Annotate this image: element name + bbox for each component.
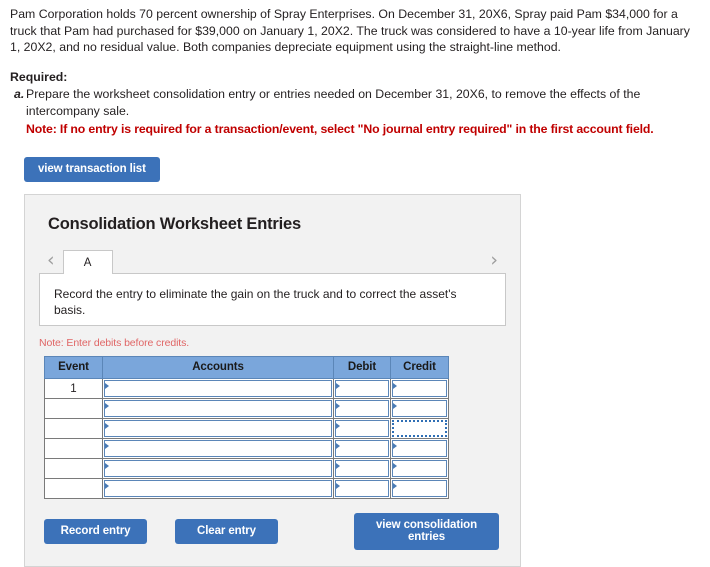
column-header-event: Event	[44, 356, 103, 379]
cell-credit	[390, 438, 449, 459]
debit-input[interactable]	[335, 380, 389, 397]
required-section: Required: a. Prepare the worksheet conso…	[0, 69, 710, 138]
problem-paragraph: Pam Corporation holds 70 percent ownersh…	[10, 7, 690, 54]
table-row: 1	[44, 378, 449, 399]
required-item-marker: a.	[14, 87, 25, 101]
cell-debit	[333, 418, 391, 439]
tab-strip: ‹ A ›	[39, 248, 506, 274]
cell-credit	[390, 398, 449, 419]
entry-instruction-text: Record the entry to eliminate the gain o…	[54, 287, 457, 317]
credit-input[interactable]	[392, 400, 447, 417]
required-item-a: a. Prepare the worksheet consolidation e…	[10, 86, 696, 138]
record-entry-button[interactable]: Record entry	[44, 518, 147, 545]
account-select[interactable]	[104, 460, 332, 477]
credit-input[interactable]	[392, 480, 447, 497]
panel-actions: Record entry Clear entry view consolidat…	[44, 513, 506, 550]
cell-debit	[333, 378, 391, 399]
table-header-row: Event Accounts Debit Credit	[44, 356, 449, 379]
cell-event	[44, 398, 103, 419]
cell-debit	[333, 458, 391, 479]
panel-title: Consolidation Worksheet Entries	[48, 215, 301, 233]
clear-entry-button[interactable]: Clear entry	[175, 518, 278, 545]
cell-account	[102, 378, 334, 399]
entry-instruction-box: Record the entry to eliminate the gain o…	[39, 273, 506, 326]
column-header-credit: Credit	[390, 356, 449, 379]
required-item-body: Prepare the worksheet consolidation entr…	[26, 86, 696, 138]
cell-debit	[333, 398, 391, 419]
debit-input[interactable]	[335, 400, 389, 417]
cell-account	[102, 458, 334, 479]
cell-credit	[390, 418, 449, 439]
problem-statement: Pam Corporation holds 70 percent ownersh…	[0, 0, 710, 56]
required-label: Required:	[10, 69, 68, 84]
cell-debit	[333, 438, 391, 459]
tab-a[interactable]: A	[62, 250, 113, 274]
chevron-right-icon[interactable]: ›	[482, 251, 506, 273]
debit-input[interactable]	[335, 460, 389, 477]
credit-input[interactable]	[392, 440, 447, 457]
table-row	[44, 478, 449, 499]
cell-account	[102, 478, 334, 499]
view-consolidation-entries-button[interactable]: view consolidation entries	[354, 513, 499, 550]
consolidation-worksheet-panel: Consolidation Worksheet Entries ‹ A › Re…	[24, 194, 521, 567]
table-row	[44, 398, 449, 419]
debit-order-note: Note: Enter debits before credits.	[39, 337, 190, 349]
account-select[interactable]	[104, 380, 332, 397]
journal-entry-table: Event Accounts Debit Credit 1	[44, 356, 449, 499]
required-item-text: Prepare the worksheet consolidation entr…	[26, 87, 641, 118]
cell-credit	[390, 478, 449, 499]
required-item-note: Note: If no entry is required for a tran…	[26, 122, 654, 136]
account-select[interactable]	[104, 400, 332, 417]
column-header-debit: Debit	[333, 356, 391, 379]
debit-input[interactable]	[335, 480, 389, 497]
account-select[interactable]	[104, 420, 332, 437]
cell-event	[44, 458, 103, 479]
cell-event	[44, 478, 103, 499]
credit-input[interactable]	[392, 460, 447, 477]
table-row	[44, 438, 449, 459]
credit-input[interactable]	[392, 380, 447, 397]
cell-credit	[390, 378, 449, 399]
cell-event	[44, 418, 103, 439]
cell-event: 1	[44, 378, 103, 399]
cell-event	[44, 438, 103, 459]
debit-input[interactable]	[335, 440, 389, 457]
chevron-left-icon[interactable]: ‹	[39, 251, 63, 273]
cell-account	[102, 438, 334, 459]
cell-credit	[390, 458, 449, 479]
view-transaction-list-button[interactable]: view transaction list	[24, 156, 160, 182]
cell-account	[102, 418, 334, 439]
cell-debit	[333, 478, 391, 499]
debit-input[interactable]	[335, 420, 389, 437]
table-row	[44, 418, 449, 439]
account-select[interactable]	[104, 480, 332, 497]
journal-entry-rows: 1	[44, 378, 449, 499]
account-select[interactable]	[104, 440, 332, 457]
table-row	[44, 458, 449, 479]
column-header-accounts: Accounts	[102, 356, 334, 379]
credit-input[interactable]	[392, 420, 447, 437]
toolbar: view transaction list	[0, 156, 710, 182]
cell-account	[102, 398, 334, 419]
